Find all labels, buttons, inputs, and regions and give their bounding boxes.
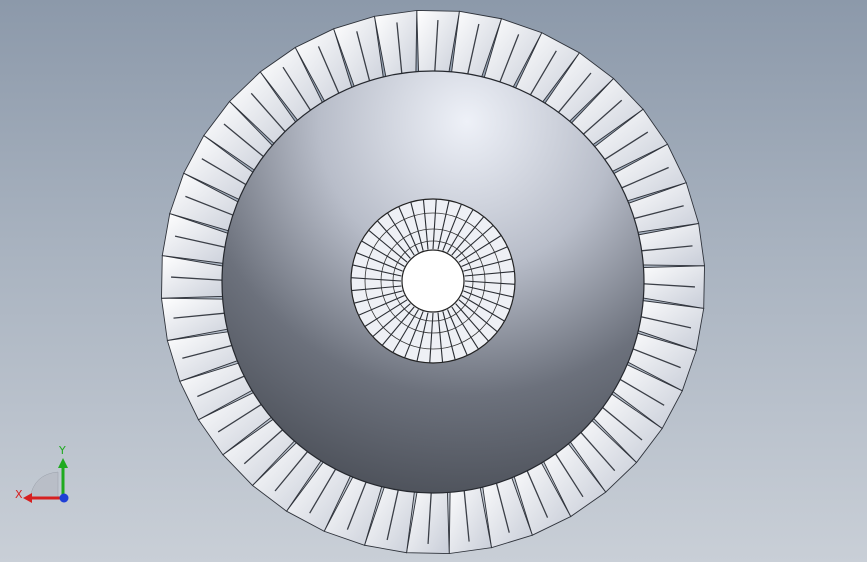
y-axis-label: Y bbox=[58, 444, 66, 457]
x-axis-arrowhead bbox=[23, 493, 32, 503]
x-axis-label: X bbox=[15, 488, 23, 501]
triad-base-shape bbox=[29, 471, 59, 499]
graphics-viewport[interactable]: Y X bbox=[0, 0, 867, 562]
turbine-wheel-model[interactable] bbox=[0, 0, 867, 562]
coordinate-triad: Y X bbox=[15, 444, 69, 503]
center-bore[interactable] bbox=[401, 249, 465, 313]
z-axis-dot bbox=[59, 493, 69, 503]
hub-face bbox=[350, 198, 516, 364]
y-axis-arrowhead bbox=[58, 458, 68, 468]
